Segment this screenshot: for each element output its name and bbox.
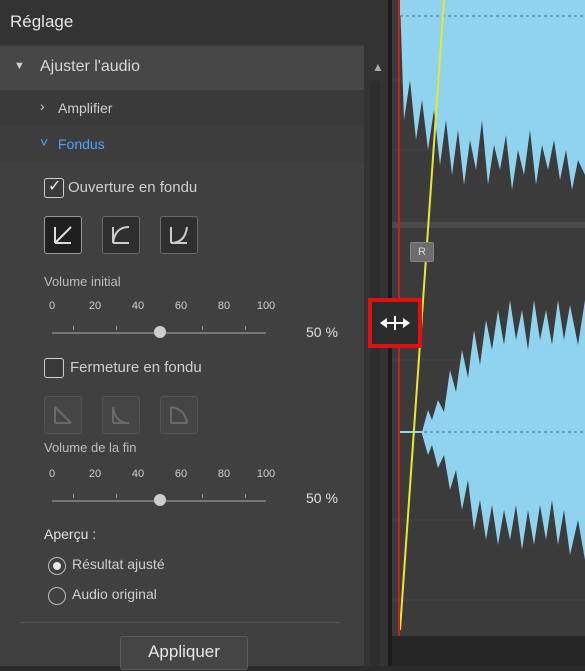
tick-label: 40 <box>131 300 145 312</box>
section-ajuster-audio[interactable]: ▼ Ajuster l'audio <box>0 46 364 90</box>
subsection-fondus[interactable]: ˅ Fondus <box>0 126 364 162</box>
section-label: Ajuster l'audio <box>40 58 140 75</box>
fade-out-exp-button[interactable] <box>160 396 198 434</box>
end-volume-value: 50 % <box>306 490 338 506</box>
preview-label: Aperçu : <box>44 526 97 542</box>
radio-original-label: Audio original <box>72 586 157 602</box>
track-marker-r[interactable]: R <box>410 242 434 262</box>
scroll-track[interactable] <box>370 80 380 666</box>
initial-volume-slider[interactable]: 0 20 40 60 80 100 <box>48 300 276 340</box>
adjust-panel: Réglage ▼ Ajuster l'audio › Amplifier ˅ … <box>0 0 390 670</box>
minor-tick <box>245 326 246 330</box>
tick-label: 60 <box>174 468 188 480</box>
radio-dot <box>53 562 61 570</box>
exp-curve-icon <box>170 226 188 244</box>
minor-tick <box>73 326 74 330</box>
tick-label: 80 <box>217 468 231 480</box>
horizontal-resize-icon <box>380 316 410 330</box>
end-volume-slider[interactable]: 0 20 40 60 80 100 <box>48 468 276 508</box>
minor-tick <box>116 326 117 330</box>
fade-out-linear-button[interactable] <box>44 396 82 434</box>
fade-out-label: Fermeture en fondu <box>70 359 202 376</box>
minor-tick <box>202 326 203 330</box>
radio-original-audio[interactable] <box>48 587 66 605</box>
fade-out-log-button[interactable] <box>102 396 140 434</box>
log-curve-icon <box>112 226 130 244</box>
tick-label: 100 <box>256 468 276 480</box>
volume-end-label: Volume de la fin <box>44 440 137 455</box>
collapse-triangle-icon: ▼ <box>14 60 25 72</box>
resize-handle-highlight[interactable] <box>368 298 422 348</box>
panel-scrollbar[interactable]: ▲ <box>364 44 390 666</box>
chevron-right-icon: › <box>40 98 45 114</box>
chevron-down-icon: ˅ <box>40 134 49 150</box>
tick-label: 20 <box>88 300 102 312</box>
log-curve-icon <box>112 406 130 424</box>
initial-volume-value: 50 % <box>306 324 338 340</box>
minor-tick <box>116 494 117 498</box>
tick-label: 40 <box>131 468 145 480</box>
fade-in-log-button[interactable] <box>102 216 140 254</box>
tick-label: 80 <box>217 300 231 312</box>
fade-in-linear-button[interactable] <box>44 216 82 254</box>
tick-label: 0 <box>48 300 56 312</box>
subsection-amplifier[interactable]: › Amplifier <box>0 90 364 126</box>
subsection-label: Fondus <box>58 136 105 152</box>
minor-tick <box>73 494 74 498</box>
exp-curve-icon <box>170 406 188 424</box>
linear-curve-icon <box>54 226 72 244</box>
apply-button[interactable]: Appliquer <box>120 636 248 670</box>
tick-label: 0 <box>48 468 56 480</box>
fade-in-checkbox[interactable]: ✓ <box>44 178 64 198</box>
horizontal-scrollbar[interactable] <box>392 636 585 666</box>
radio-adjusted-label: Résultat ajusté <box>72 556 165 572</box>
minor-tick <box>202 494 203 498</box>
slider-thumb[interactable] <box>154 326 166 338</box>
fade-in-label: Ouverture en fondu <box>68 179 198 196</box>
minor-tick <box>245 494 246 498</box>
panel-title: Réglage <box>10 12 74 31</box>
tick-label: 20 <box>88 468 102 480</box>
radio-adjusted-result[interactable] <box>48 557 66 575</box>
separator <box>20 622 340 623</box>
scroll-up-icon[interactable]: ▲ <box>372 60 384 74</box>
tick-label: 60 <box>174 300 188 312</box>
panel-header: Réglage <box>0 0 390 44</box>
linear-curve-icon <box>54 406 72 424</box>
checkmark-icon: ✓ <box>48 178 62 195</box>
subsection-label: Amplifier <box>58 100 113 116</box>
slider-thumb[interactable] <box>154 494 166 506</box>
volume-initial-label: Volume initial <box>44 274 121 289</box>
fade-out-checkbox[interactable] <box>44 358 64 378</box>
fade-in-exp-button[interactable] <box>160 216 198 254</box>
tick-label: 100 <box>256 300 276 312</box>
